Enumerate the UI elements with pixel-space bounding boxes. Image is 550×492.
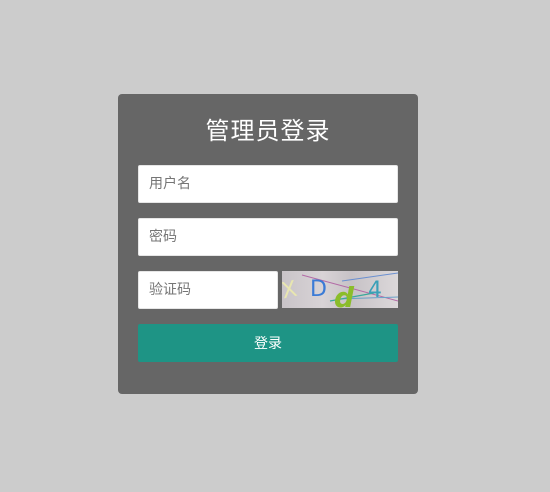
captcha-char-4: 4 <box>368 278 382 303</box>
captcha-input[interactable] <box>138 271 278 309</box>
login-panel: 管理员登录 X D d 4 登录 <box>118 94 418 394</box>
username-input[interactable] <box>138 165 398 203</box>
captcha-char-2: D <box>310 277 327 302</box>
captcha-char-1: X <box>282 277 299 305</box>
login-button[interactable]: 登录 <box>138 324 398 362</box>
captcha-image[interactable]: X D d 4 <box>282 271 398 308</box>
login-title: 管理员登录 <box>205 117 331 145</box>
password-input[interactable] <box>138 218 398 256</box>
captcha-char-3: d <box>334 281 355 308</box>
